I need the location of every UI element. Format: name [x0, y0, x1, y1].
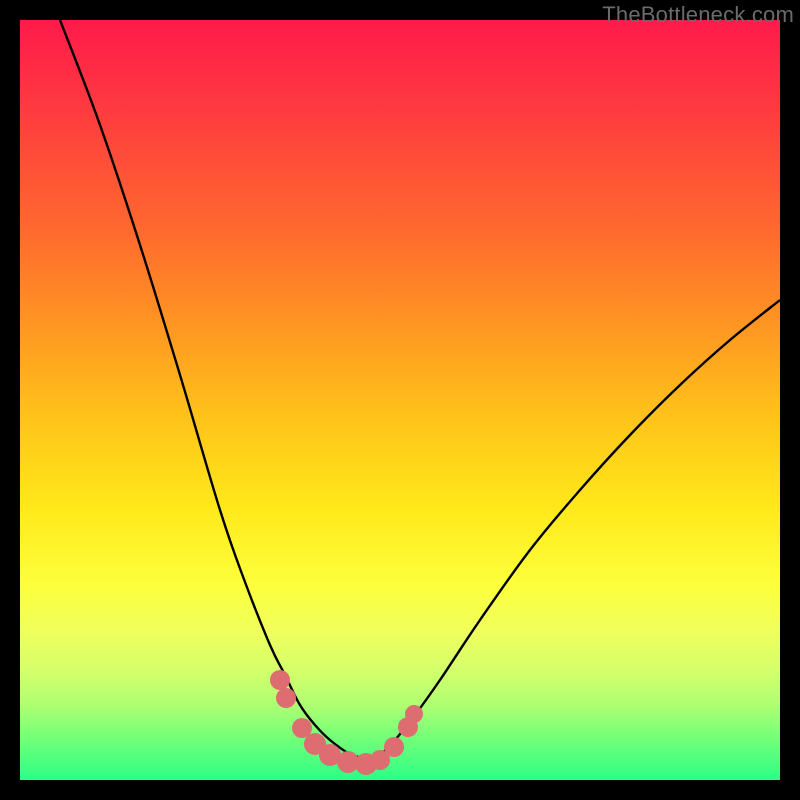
bottom-dots-group [270, 670, 423, 775]
right-curve [370, 300, 780, 760]
bottom-dot [405, 705, 423, 723]
left-curve [60, 20, 370, 760]
chart-svg [20, 20, 780, 780]
bottom-dot [384, 737, 404, 757]
bottom-dot [276, 688, 296, 708]
plot-area [20, 20, 780, 780]
watermark-text: TheBottleneck.com [602, 2, 794, 28]
outer-frame: TheBottleneck.com [0, 0, 800, 800]
bottom-dot [270, 670, 290, 690]
